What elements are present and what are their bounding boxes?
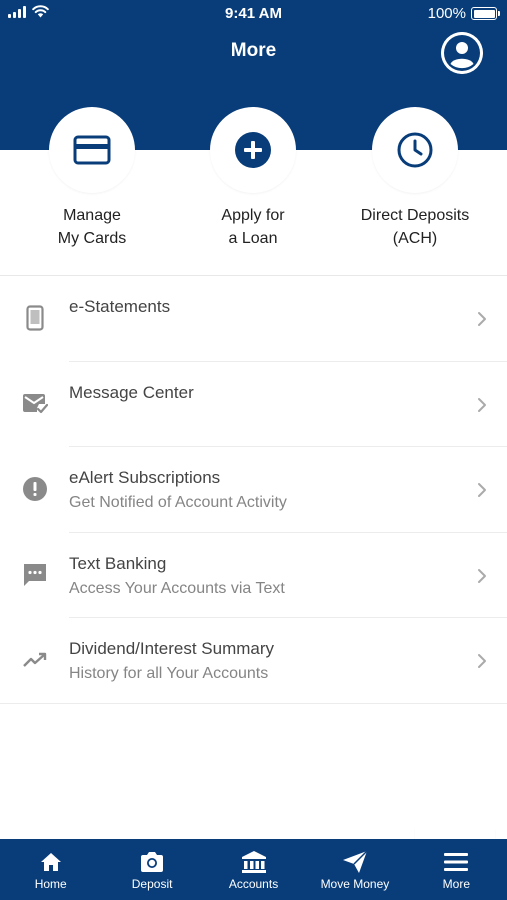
bank-icon xyxy=(203,850,304,874)
quick-action-label: Direct Deposits (ACH) xyxy=(330,204,500,250)
mobile-document-icon xyxy=(22,305,48,331)
tab-bar: Home Deposit Accounts Move Money More xyxy=(0,839,507,900)
menu-item-title: Text Banking xyxy=(69,553,167,573)
user-icon xyxy=(441,32,483,74)
menu-item-dividend-interest-summary[interactable]: Dividend/Interest Summary History for al… xyxy=(0,618,507,704)
quick-action-label: Apply for a Loan xyxy=(168,204,338,250)
camera-icon xyxy=(101,850,202,874)
plus-circle-icon xyxy=(235,132,271,168)
profile-button[interactable] xyxy=(441,32,483,74)
send-icon xyxy=(304,850,405,874)
tab-home[interactable]: Home xyxy=(0,839,101,900)
credit-card-icon xyxy=(73,135,111,165)
tab-label: Home xyxy=(34,877,67,891)
chevron-right-icon xyxy=(478,568,486,583)
quick-action-circle xyxy=(372,107,458,193)
menu-item-title: e-Statements xyxy=(69,297,171,316)
trending-up-icon xyxy=(22,647,48,673)
menu-item-subtitle: Get Notified of Account Activity xyxy=(69,494,287,511)
quick-actions: Manage My Cards Apply for a Loan Direct … xyxy=(0,107,507,275)
tab-label: Deposit xyxy=(131,877,173,891)
chat-icon xyxy=(22,562,48,588)
apply-for-loan-button[interactable]: Apply for a Loan xyxy=(168,107,338,250)
quick-action-circle xyxy=(210,107,296,193)
tab-move-money[interactable]: Move Money xyxy=(304,839,405,900)
menu-item-message-center[interactable]: Message Center xyxy=(0,362,507,447)
manage-my-cards-button[interactable]: Manage My Cards xyxy=(7,107,177,250)
tab-accounts[interactable]: Accounts xyxy=(203,839,304,900)
quick-action-label-line2: My Cards xyxy=(57,230,127,247)
menu-item-e-statements[interactable]: e-Statements xyxy=(0,276,507,362)
mail-check-icon xyxy=(22,391,48,417)
status-bar: 9:41 AM 100% xyxy=(0,0,507,28)
chevron-right-icon xyxy=(478,397,486,412)
menu-item-title: Dividend/Interest Summary xyxy=(69,639,275,658)
menu-list: e-Statements Message Center eAlert Subsc… xyxy=(0,276,507,704)
quick-action-label-line1: Manage xyxy=(63,207,121,224)
quick-action-label-line2: (ACH) xyxy=(392,230,438,247)
divider xyxy=(0,702,507,704)
chevron-right-icon xyxy=(478,654,486,668)
quick-action-label-line1: Direct Deposits xyxy=(360,207,470,224)
tab-label: Accounts xyxy=(228,877,279,891)
quick-action-circle xyxy=(49,107,135,193)
alert-icon xyxy=(22,476,48,502)
menu-item-title: Message Center xyxy=(69,382,194,402)
battery-status: 100% xyxy=(427,5,500,22)
tab-more[interactable]: More xyxy=(406,839,507,900)
menu-item-text-banking[interactable]: Text Banking Access Your Accounts via Te… xyxy=(0,533,507,618)
tab-label: Move Money xyxy=(320,877,390,891)
menu-icon xyxy=(406,850,507,874)
quick-action-label-line2: a Loan xyxy=(228,230,278,247)
chevron-right-icon xyxy=(478,312,486,326)
quick-action-label: Manage My Cards xyxy=(7,204,177,250)
home-icon xyxy=(0,850,101,874)
menu-item-subtitle: Access Your Accounts via Text xyxy=(69,579,285,597)
quick-action-label-line1: Apply for xyxy=(221,207,285,224)
clock-icon xyxy=(397,132,433,168)
battery-percent: 100% xyxy=(427,5,466,22)
menu-item-subtitle: History for all Your Accounts xyxy=(69,665,269,682)
menu-item-ealert-subscriptions[interactable]: eAlert Subscriptions Get Notified of Acc… xyxy=(0,447,507,533)
chevron-right-icon xyxy=(478,483,486,497)
page-title: More xyxy=(230,40,277,61)
tab-label: More xyxy=(442,877,470,891)
tab-deposit[interactable]: Deposit xyxy=(101,839,202,900)
direct-deposits-button[interactable]: Direct Deposits (ACH) xyxy=(330,107,500,250)
battery-icon xyxy=(471,7,500,20)
menu-item-title: eAlert Subscriptions xyxy=(69,468,221,487)
